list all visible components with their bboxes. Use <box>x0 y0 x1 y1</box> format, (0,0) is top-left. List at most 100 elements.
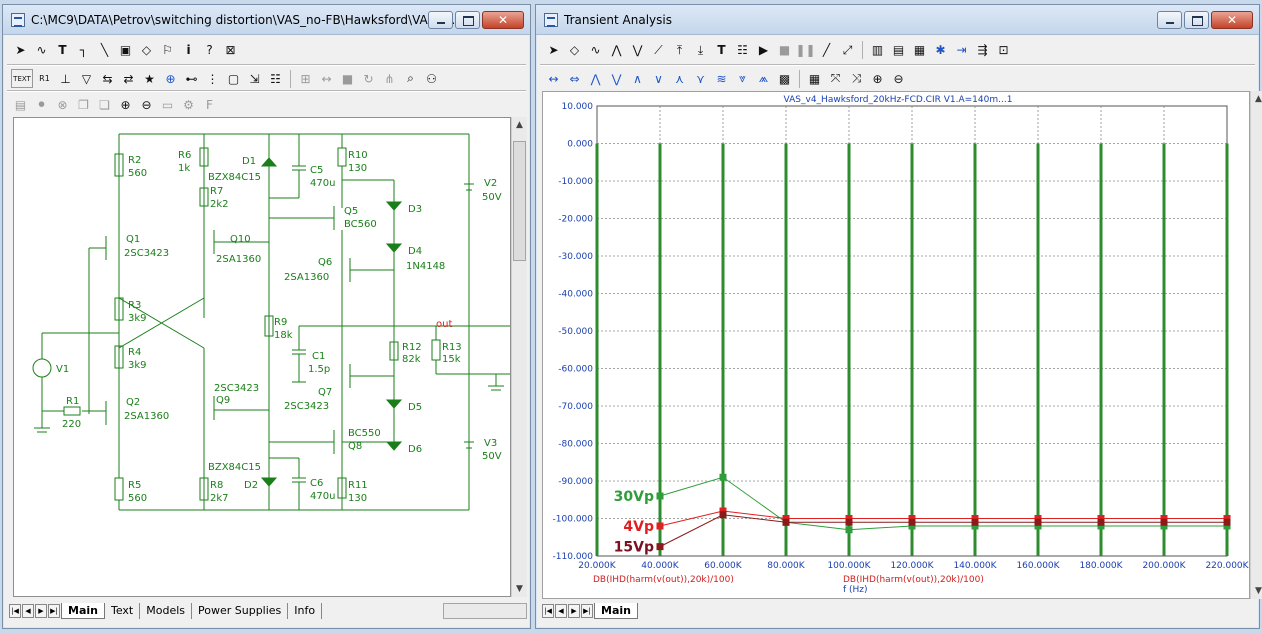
grid-minor-icon[interactable]: ▦ <box>910 41 929 60</box>
zoom-out-icon[interactable]: ⊖ <box>137 95 156 114</box>
cancel-icon[interactable]: ⊗ <box>53 95 72 114</box>
cursor-right-icon[interactable]: ⇔ <box>565 69 584 88</box>
run-icon[interactable]: ▶ <box>754 41 773 60</box>
grid-text-button[interactable]: R1 <box>35 69 54 88</box>
peak-valley-icon[interactable]: ∧ <box>628 69 647 88</box>
shapes-icon[interactable]: ◇ <box>565 41 584 60</box>
component-icon[interactable]: ▣ <box>116 41 135 60</box>
last-page-icon[interactable]: ▶| <box>581 604 593 618</box>
find-icon[interactable]: ⌕ <box>401 69 420 88</box>
probe-icon[interactable]: ⊠ <box>221 41 240 60</box>
schematic-vertical-scrollbar[interactable]: ▲ ▼ <box>511 117 527 597</box>
wire-bend-icon[interactable]: ┐ <box>74 41 93 60</box>
analysis-minimize-button[interactable] <box>1157 11 1182 29</box>
scale-y-icon[interactable]: ⤨ <box>847 69 866 88</box>
analysis-titlebar[interactable]: Transient Analysis <box>536 5 1259 35</box>
schematic-horizontal-scrollbar[interactable] <box>443 603 527 619</box>
tag-icon[interactable]: ⇶ <box>973 41 992 60</box>
rotate-icon[interactable]: ↻ <box>359 69 378 88</box>
schematic-canvas[interactable]: R2 560 R6 1k D1 BZX84C15 R7 2k2 C5 470u … <box>13 117 511 597</box>
wire-icon[interactable]: ∿ <box>32 41 51 60</box>
help-icon[interactable]: ? <box>200 41 219 60</box>
valley-peak-icon[interactable]: ∨ <box>649 69 668 88</box>
cursor-step-icon[interactable]: ⇥ <box>952 41 971 60</box>
stop-icon[interactable]: ■ <box>775 41 794 60</box>
node-icon[interactable]: ▽ <box>77 69 96 88</box>
plot-scroll-down-icon[interactable]: ▼ <box>1251 583 1262 599</box>
page-icon[interactable]: ▢ <box>224 69 243 88</box>
next-peak-icon[interactable]: ⋀ <box>586 69 605 88</box>
global-high-icon[interactable]: ⩔ <box>733 69 752 88</box>
text-tool-icon[interactable]: T <box>712 41 731 60</box>
first-page-icon[interactable]: |◀ <box>9 604 21 618</box>
tab-power-supplies[interactable]: Power Supplies <box>192 603 289 619</box>
plot-scroll-up-icon[interactable]: ▲ <box>1251 91 1262 107</box>
scale-icon[interactable]: ∿ <box>586 41 605 60</box>
select-arrow-icon[interactable]: ➤ <box>11 41 30 60</box>
high-point-icon[interactable]: ⋏ <box>670 69 689 88</box>
move-icon[interactable]: ⊞ <box>296 69 315 88</box>
grid-icon[interactable]: ⋮ <box>203 69 222 88</box>
shapes-icon[interactable]: ◇ <box>137 41 156 60</box>
minimize-button[interactable] <box>428 11 453 29</box>
pin-icon[interactable]: ⊥ <box>56 69 75 88</box>
next-page-icon[interactable]: ▶ <box>568 604 580 618</box>
highlight-icon[interactable]: ★ <box>140 69 159 88</box>
text-tool-icon[interactable]: T <box>53 41 72 60</box>
plot-area[interactable]: VAS_v4_Hawksford_20kHz-FCD.CIR V1.A=140m… <box>542 91 1250 599</box>
flip-icon[interactable]: ⇆ <box>98 69 117 88</box>
settings-icon[interactable]: ⚙ <box>179 95 198 114</box>
high-icon[interactable]: ⤒ <box>670 41 689 60</box>
data-points-icon[interactable]: ▩ <box>775 69 794 88</box>
notes-icon[interactable]: ▤ <box>11 95 30 114</box>
scroll-thumb[interactable] <box>513 141 526 261</box>
tab-text[interactable]: Text <box>105 603 141 619</box>
analysis-close-button[interactable] <box>1211 11 1253 29</box>
zoom-in-icon[interactable]: ⊕ <box>868 69 887 88</box>
copy-icon[interactable]: ❐ <box>74 95 93 114</box>
maximize-button[interactable] <box>455 11 480 29</box>
prev-page-icon[interactable]: ◀ <box>22 604 34 618</box>
link-icon[interactable]: ■ <box>338 69 357 88</box>
paste-icon[interactable]: ❏ <box>95 95 114 114</box>
select-arrow-icon[interactable]: ➤ <box>544 41 563 60</box>
next-valley-icon[interactable]: ⋁ <box>607 69 626 88</box>
info-icon[interactable]: i <box>179 41 198 60</box>
zoom-out-icon[interactable]: ⊖ <box>889 69 908 88</box>
grid-horizontal-icon[interactable]: ▤ <box>889 41 908 60</box>
line-tool-icon[interactable]: ╱ <box>817 41 836 60</box>
select-region-icon[interactable]: ⇲ <box>245 69 264 88</box>
tab-main[interactable]: Main <box>61 603 105 619</box>
schematic-titlebar[interactable]: C:\MC9\DATA\Petrov\switching distortion\… <box>3 5 530 35</box>
step-icon[interactable]: ⋔ <box>380 69 399 88</box>
text-mode-button[interactable]: TEXT <box>11 69 33 88</box>
properties-icon[interactable]: ☷ <box>733 41 752 60</box>
scroll-down-icon[interactable]: ▼ <box>512 581 527 597</box>
point-line-icon[interactable]: ⤢ <box>838 41 857 60</box>
last-page-icon[interactable]: ▶| <box>48 604 60 618</box>
pin-connection-icon[interactable]: ⊕ <box>161 69 180 88</box>
grid-vertical-icon[interactable]: ▥ <box>868 41 887 60</box>
valley-icon[interactable]: ⋁ <box>628 41 647 60</box>
peak-icon[interactable]: ⋀ <box>607 41 626 60</box>
analysis-tab-main[interactable]: Main <box>594 603 638 619</box>
inflection-icon[interactable]: ≋ <box>712 69 731 88</box>
close-button[interactable] <box>482 11 524 29</box>
tab-models[interactable]: Models <box>140 603 192 619</box>
print-icon[interactable]: ▭ <box>158 95 177 114</box>
numeric-output-icon[interactable]: ▦ <box>805 69 824 88</box>
first-page-icon[interactable]: |◀ <box>542 604 554 618</box>
pause-icon[interactable]: ❚❚ <box>795 41 815 60</box>
plot-vertical-scrollbar[interactable]: ▲ ▼ <box>1250 91 1262 599</box>
mirror-icon[interactable]: ⇄ <box>119 69 138 88</box>
global-low-icon[interactable]: ⩕ <box>754 69 773 88</box>
properties-icon[interactable]: ☷ <box>266 69 285 88</box>
net-icon[interactable]: ⊷ <box>182 69 201 88</box>
next-page-icon[interactable]: ▶ <box>35 604 47 618</box>
font-icon[interactable]: F <box>200 95 219 114</box>
scale-window-icon[interactable]: ⊡ <box>994 41 1013 60</box>
line-icon[interactable]: ╲ <box>95 41 114 60</box>
analysis-maximize-button[interactable] <box>1184 11 1209 29</box>
stop-icon[interactable]: ⏺ <box>32 95 51 114</box>
low-point-icon[interactable]: ⋎ <box>691 69 710 88</box>
